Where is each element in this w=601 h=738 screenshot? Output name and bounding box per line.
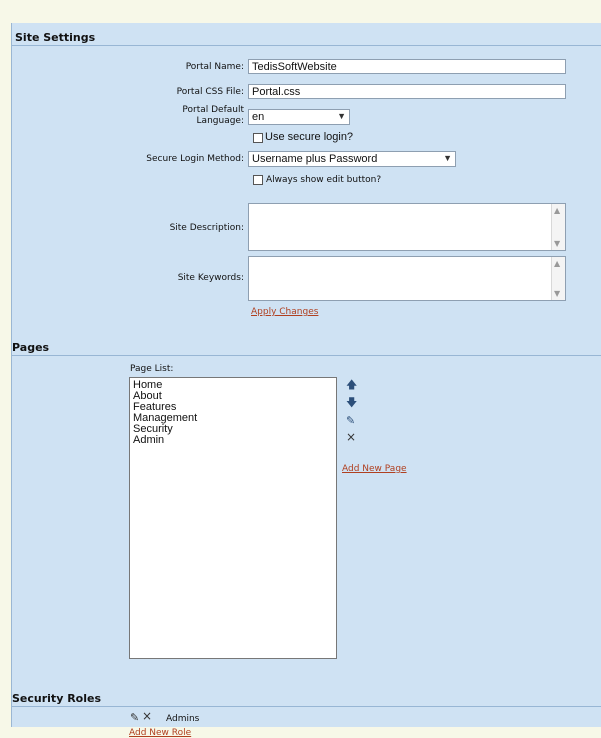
list-item[interactable]: Admin bbox=[133, 435, 333, 446]
use-secure-login-label: Use secure login? bbox=[265, 131, 354, 143]
delete-icon[interactable]: × bbox=[346, 431, 356, 443]
secure-login-method-value: Username plus Password bbox=[252, 153, 378, 165]
scrollbar[interactable]: ▲ ▼ bbox=[551, 204, 565, 250]
edit-pencil-icon[interactable]: ✎ bbox=[130, 712, 139, 723]
site-admin-panel: Site Settings Portal Name: TedisSoftWebs… bbox=[11, 23, 601, 738]
default-language-select[interactable]: en ▼ bbox=[248, 109, 350, 125]
portal-name-input[interactable]: TedisSoftWebsite bbox=[248, 59, 566, 74]
default-language-label-line1: Portal Default bbox=[182, 105, 244, 115]
delete-icon[interactable]: × bbox=[142, 710, 152, 722]
site-keywords-label: Site Keywords: bbox=[177, 273, 244, 283]
site-description-textarea[interactable]: ▲ ▼ bbox=[248, 203, 566, 251]
portal-css-input[interactable]: Portal.css bbox=[248, 84, 566, 99]
chevron-down-icon: ▼ bbox=[443, 153, 452, 163]
portal-name-label: Portal Name: bbox=[185, 62, 244, 72]
default-language-value: en bbox=[252, 111, 265, 123]
security-roles-heading: Security Roles bbox=[12, 692, 601, 707]
role-name: Admins bbox=[166, 714, 200, 724]
always-show-edit-label: Always show edit button? bbox=[266, 175, 382, 185]
list-item[interactable]: Home bbox=[133, 380, 333, 391]
scroll-down-icon[interactable]: ▼ bbox=[554, 239, 560, 248]
scroll-up-icon[interactable]: ▲ bbox=[554, 206, 560, 215]
default-language-label-line2: Language: bbox=[196, 116, 244, 126]
site-settings-heading: Site Settings bbox=[12, 31, 601, 46]
scroll-down-icon[interactable]: ▼ bbox=[554, 289, 560, 298]
use-secure-login-checkbox[interactable] bbox=[253, 133, 263, 143]
add-new-role-link[interactable]: Add New Role bbox=[129, 728, 191, 738]
scrollbar[interactable]: ▲ ▼ bbox=[551, 257, 565, 300]
page-list-label: Page List: bbox=[130, 364, 174, 374]
page-list[interactable]: Home About Features Management Security … bbox=[129, 377, 337, 659]
secure-login-method-label: Secure Login Method: bbox=[146, 154, 244, 164]
portal-css-label: Portal CSS File: bbox=[176, 87, 244, 97]
chevron-down-icon: ▼ bbox=[337, 111, 346, 121]
add-new-page-link[interactable]: Add New Page bbox=[342, 464, 407, 474]
apply-changes-link[interactable]: Apply Changes bbox=[251, 307, 318, 317]
always-show-edit-checkbox[interactable] bbox=[253, 175, 263, 185]
site-keywords-textarea[interactable]: ▲ ▼ bbox=[248, 256, 566, 301]
move-down-icon[interactable]: 🡇 bbox=[346, 397, 357, 408]
move-up-icon[interactable]: 🡅 bbox=[346, 379, 357, 390]
site-description-label: Site Description: bbox=[169, 223, 244, 233]
default-language-label: Portal Default Language: bbox=[24, 105, 244, 127]
scroll-up-icon[interactable]: ▲ bbox=[554, 259, 560, 268]
pages-heading: Pages bbox=[12, 341, 601, 356]
edit-pencil-icon[interactable]: ✎ bbox=[346, 415, 355, 426]
secure-login-method-select[interactable]: Username plus Password ▼ bbox=[248, 151, 456, 167]
